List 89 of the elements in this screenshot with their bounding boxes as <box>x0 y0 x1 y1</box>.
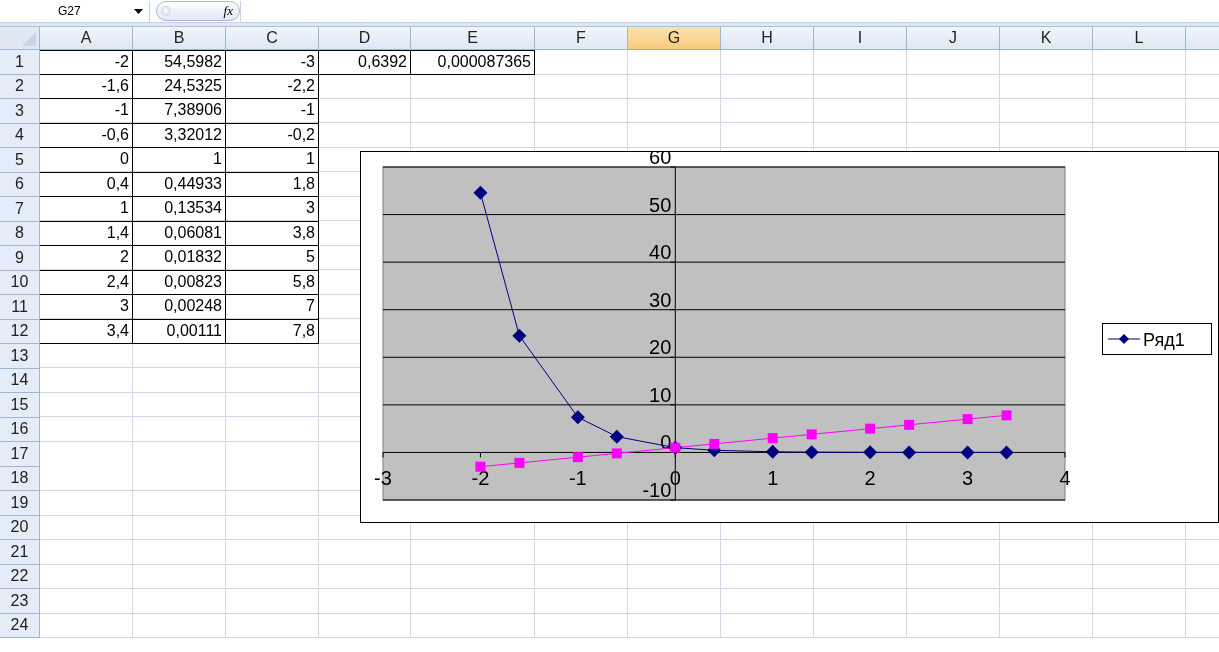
axis-label: 2 <box>864 467 876 490</box>
row-header[interactable]: 1 <box>0 50 40 75</box>
column-header[interactable]: A <box>40 27 133 50</box>
axis-label: 1 <box>767 467 779 490</box>
table-cell: 3,4 <box>40 319 133 344</box>
table-cell: 3 <box>226 197 319 222</box>
row-header[interactable]: 14 <box>0 368 40 393</box>
column-header[interactable]: C <box>226 27 319 50</box>
column-header[interactable]: B <box>133 27 226 50</box>
table-cell: 0,13534 <box>133 197 226 222</box>
table-cell: 0,6392 <box>319 50 411 75</box>
insert-function-button[interactable]: fx <box>156 1 240 21</box>
table-cell: 1 <box>133 148 226 173</box>
row-header[interactable]: 23 <box>0 589 40 614</box>
axis-label: 20 <box>649 336 672 359</box>
row-header[interactable]: 2 <box>0 74 40 99</box>
row-header[interactable]: 3 <box>0 99 40 124</box>
table-cell: 1 <box>226 148 319 173</box>
row-header[interactable]: 19 <box>0 491 40 516</box>
axis-label: -2 <box>471 467 490 490</box>
table-cell: 3 <box>40 295 133 320</box>
row-header[interactable]: 24 <box>0 613 40 638</box>
axis-label: 50 <box>649 193 672 216</box>
table-cell: 5,8 <box>226 270 319 295</box>
table-cell: 0,00111 <box>133 319 226 344</box>
row-header[interactable]: 15 <box>0 393 40 418</box>
table-cell: 0,00248 <box>133 295 226 320</box>
table-cell: 2 <box>40 246 133 271</box>
row-header[interactable]: 17 <box>0 442 40 467</box>
legend-label: Ряд1 <box>1143 330 1185 350</box>
table-cell: 7,8 <box>226 319 319 344</box>
table-cell: 1,8 <box>226 172 319 197</box>
table-cell: 3,8 <box>226 221 319 246</box>
table-cell: 7,38906 <box>133 99 226 124</box>
row-header[interactable]: 22 <box>0 564 40 589</box>
column-header[interactable]: K <box>1000 27 1093 50</box>
table-cell: 1,4 <box>40 221 133 246</box>
table-cell: -0,6 <box>40 123 133 148</box>
table-cell: -2 <box>40 50 133 75</box>
table-cell: 3,32012 <box>133 123 226 148</box>
row-header[interactable]: 21 <box>0 540 40 565</box>
column-header[interactable]: F <box>535 27 628 50</box>
axis-label: 40 <box>649 241 672 264</box>
table-cell: 24,5325 <box>133 74 226 99</box>
table-cell: -2,2 <box>226 74 319 99</box>
column-header[interactable]: L <box>1093 27 1186 50</box>
table-cell: 0,00823 <box>133 270 226 295</box>
table-cell: 0,06081 <box>133 221 226 246</box>
table-cell: 7 <box>226 295 319 320</box>
row-header[interactable]: 6 <box>0 172 40 197</box>
row-header[interactable]: 13 <box>0 344 40 369</box>
row-header[interactable]: 10 <box>0 270 40 295</box>
table-cell: -1 <box>40 99 133 124</box>
axis-label: 4 <box>1059 467 1071 490</box>
column-header[interactable]: I <box>814 27 907 50</box>
row-header[interactable]: 4 <box>0 123 40 148</box>
row-header[interactable]: 16 <box>0 417 40 442</box>
name-box[interactable]: G27 <box>0 0 150 22</box>
column-header[interactable]: J <box>907 27 1000 50</box>
table-cell: 1 <box>40 197 133 222</box>
column-header[interactable]: D <box>319 27 411 50</box>
table-cell: 2,4 <box>40 270 133 295</box>
row-header[interactable]: 18 <box>0 466 40 491</box>
table-cell: 5 <box>226 246 319 271</box>
row-header[interactable]: 9 <box>0 246 40 271</box>
row-header[interactable]: 20 <box>0 515 40 540</box>
row-header[interactable]: 8 <box>0 221 40 246</box>
table-cell: 0,44933 <box>133 172 226 197</box>
axis-label: -1 <box>568 467 587 490</box>
row-header[interactable]: 5 <box>0 148 40 173</box>
table-cell: 54,5982 <box>133 50 226 75</box>
axis-label: 3 <box>962 467 974 490</box>
column-header[interactable]: H <box>721 27 814 50</box>
table-cell: -3 <box>226 50 319 75</box>
row-header[interactable]: 12 <box>0 319 40 344</box>
axis-label: 30 <box>649 288 672 311</box>
axis-label: -3 <box>374 467 392 490</box>
table-cell: 0,000087365 <box>411 50 535 75</box>
column-header[interactable]: G <box>628 27 721 50</box>
table-cell: -1,6 <box>40 74 133 99</box>
row-header[interactable]: 7 <box>0 197 40 222</box>
table-cell: -1 <box>226 99 319 124</box>
table-cell: 0 <box>40 148 133 173</box>
table-cell: 0,01832 <box>133 246 226 271</box>
row-header[interactable]: 11 <box>0 295 40 320</box>
table-cell: -0,2 <box>226 123 319 148</box>
column-header[interactable]: E <box>411 27 535 50</box>
table-cell: 0,4 <box>40 172 133 197</box>
axis-label: 10 <box>649 383 672 406</box>
